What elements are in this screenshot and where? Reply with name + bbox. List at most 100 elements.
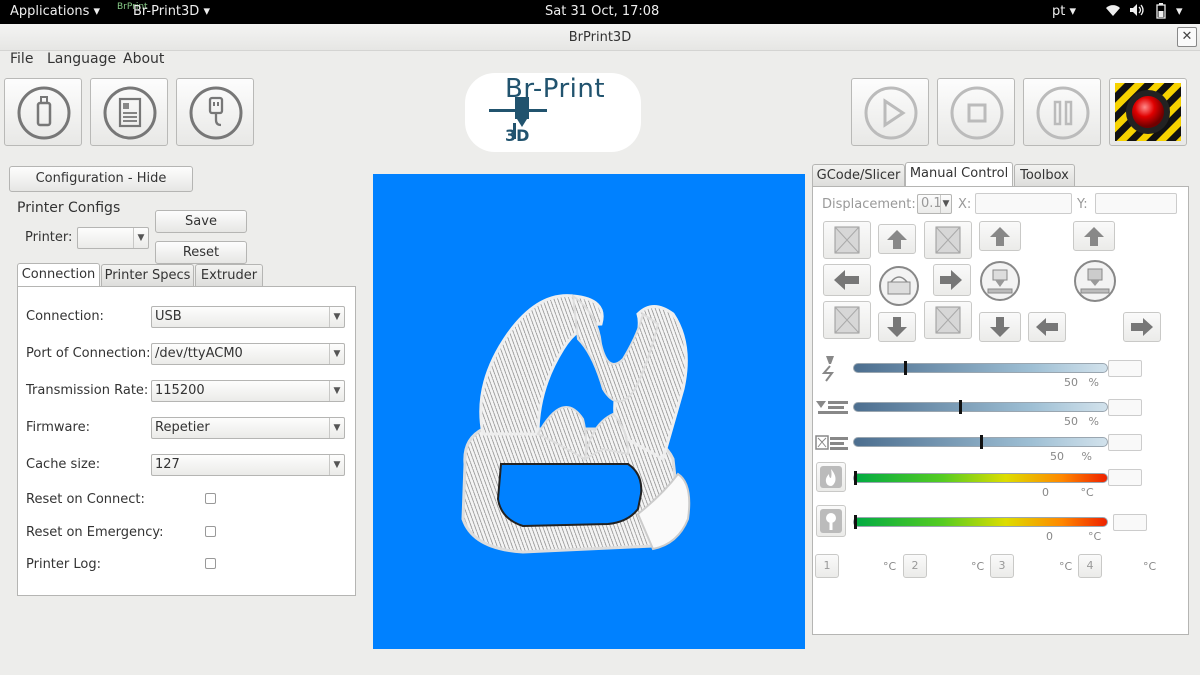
speed-icon <box>818 354 842 386</box>
open-file-button[interactable] <box>90 78 168 146</box>
extruder-2-button[interactable]: 2 <box>903 554 927 578</box>
pause-icon <box>1036 86 1090 140</box>
connection-select[interactable]: USB ▼ <box>151 306 345 328</box>
move-y-back-button[interactable] <box>878 312 916 342</box>
flow-slider[interactable] <box>853 400 1108 414</box>
tab-gcode-slicer[interactable]: GCode/Slicer <box>812 164 905 186</box>
emergency-stop-button[interactable] <box>1109 78 1187 146</box>
menu-file[interactable]: File <box>10 51 33 67</box>
cache-size-select[interactable]: 127 ▼ <box>151 454 345 476</box>
menu-about[interactable]: About <box>123 51 164 67</box>
close-window-button[interactable]: ✕ <box>1177 27 1197 47</box>
move-z-up-button[interactable] <box>979 221 1021 251</box>
x-position-input[interactable] <box>975 193 1072 214</box>
speed-slider[interactable] <box>853 361 1108 375</box>
configuration-toggle-button[interactable]: Configuration - Hide <box>9 166 193 192</box>
tab-connection[interactable]: Connection <box>17 263 100 287</box>
language-indicator[interactable]: pt ▾ <box>1052 4 1076 19</box>
slider-thumb[interactable] <box>854 471 857 485</box>
tab-toolbox[interactable]: Toolbox <box>1014 164 1075 186</box>
move-x-left-button[interactable] <box>823 264 871 296</box>
move-extruder-up-button[interactable] <box>1073 221 1115 251</box>
app-menu-label: Br-Print3D <box>133 4 200 19</box>
extruder-3-temp-unit: °C <box>1059 560 1073 573</box>
chevron-down-icon: ▼ <box>329 344 344 364</box>
speed-input[interactable] <box>1108 360 1142 377</box>
flow-input[interactable] <box>1108 399 1142 416</box>
extruder-3-button[interactable]: 3 <box>990 554 1014 578</box>
pause-button[interactable] <box>1023 78 1101 146</box>
reset-on-connect-checkbox[interactable] <box>205 493 216 504</box>
extruder-temp-slider[interactable] <box>853 471 1108 485</box>
play-icon <box>864 86 918 140</box>
tab-extruder[interactable]: Extruder <box>195 264 263 286</box>
stop-button[interactable] <box>937 78 1015 146</box>
save-button[interactable]: Save <box>155 210 247 233</box>
extruder-4-temp-unit: °C <box>1143 560 1157 573</box>
jog-top-right-button[interactable] <box>924 221 972 259</box>
slider-thumb[interactable] <box>904 361 907 375</box>
printer-log-checkbox[interactable] <box>205 558 216 569</box>
extruder-4-button[interactable]: 4 <box>1078 554 1102 578</box>
fan-input[interactable] <box>1108 434 1142 451</box>
slider-thumb[interactable] <box>980 435 983 449</box>
connect-printer-button[interactable] <box>176 78 254 146</box>
home-xy-icon <box>879 266 919 306</box>
home-z-button[interactable] <box>978 260 1022 306</box>
transmission-rate-select[interactable]: 115200 ▼ <box>151 380 345 402</box>
clock[interactable]: Sat 31 Oct, 17:08 <box>545 4 659 19</box>
jog-bottom-right-button[interactable] <box>924 301 972 339</box>
tab-manual-control[interactable]: Manual Control <box>905 162 1013 186</box>
bed-corner-icon <box>834 226 860 254</box>
printer-log-label: Printer Log: <box>26 557 101 572</box>
jog-top-left-button[interactable] <box>823 221 871 259</box>
system-top-bar: Applications ▾ BrPrint Br-Print3D ▾ Sat … <box>0 0 1200 24</box>
retract-filament-button[interactable] <box>1028 312 1066 342</box>
arrow-down-icon <box>887 317 907 337</box>
volume-icon[interactable] <box>1129 3 1145 21</box>
arrow-right-icon <box>1131 318 1153 336</box>
home-extruder-icon <box>1074 260 1116 302</box>
fan-slider[interactable] <box>853 435 1108 449</box>
move-y-forward-button[interactable] <box>878 224 916 254</box>
app-menu[interactable]: Br-Print3D ▾ <box>133 4 210 19</box>
3d-viewport[interactable] <box>373 174 805 649</box>
port-select-value: /dev/ttyACM0 <box>155 346 243 361</box>
reset-button[interactable]: Reset <box>155 241 247 264</box>
bed-temp-value: 0 °C <box>1046 530 1102 543</box>
usb-connect-button[interactable] <box>4 78 82 146</box>
applications-menu[interactable]: Applications ▾ <box>10 4 100 19</box>
menu-language[interactable]: Language <box>47 51 116 67</box>
displacement-select-value: 0.1 <box>921 196 942 211</box>
bed-temp-input[interactable] <box>1113 514 1147 531</box>
wifi-icon[interactable] <box>1105 3 1121 21</box>
y-position-input[interactable] <box>1095 193 1177 214</box>
bed-heat-button[interactable] <box>816 505 846 537</box>
extruder-temp-input[interactable] <box>1108 469 1142 486</box>
play-button[interactable] <box>851 78 929 146</box>
slider-thumb[interactable] <box>959 400 962 414</box>
displacement-select[interactable]: 0.1 ▼ <box>917 194 952 214</box>
extruder-1-button[interactable]: 1 <box>815 554 839 578</box>
connection-select-value: USB <box>155 309 182 324</box>
home-extruder-button[interactable] <box>1072 260 1118 306</box>
move-x-right-button[interactable] <box>933 264 971 296</box>
printer-select[interactable]: ▼ <box>77 227 149 249</box>
move-z-down-button[interactable] <box>979 312 1021 342</box>
extrude-filament-button[interactable] <box>1123 312 1161 342</box>
firmware-select[interactable]: Repetier ▼ <box>151 417 345 439</box>
arrow-left-icon <box>834 270 859 290</box>
port-select[interactable]: /dev/ttyACM0 ▼ <box>151 343 345 365</box>
extruder-heat-button[interactable] <box>816 462 846 492</box>
connection-label: Connection: <box>26 309 104 324</box>
tab-printer-specs[interactable]: Printer Specs <box>101 264 194 286</box>
reset-on-emergency-checkbox[interactable] <box>205 526 216 537</box>
bed-corner-icon <box>935 226 961 254</box>
home-xy-button[interactable] <box>877 266 921 310</box>
bed-temp-slider[interactable] <box>853 515 1108 529</box>
jog-bottom-left-button[interactable] <box>823 301 871 339</box>
arrow-down-icon <box>990 317 1010 337</box>
system-menu[interactable]: ▾ <box>1176 4 1183 19</box>
slider-thumb[interactable] <box>854 515 857 529</box>
battery-icon[interactable] <box>1155 3 1167 23</box>
